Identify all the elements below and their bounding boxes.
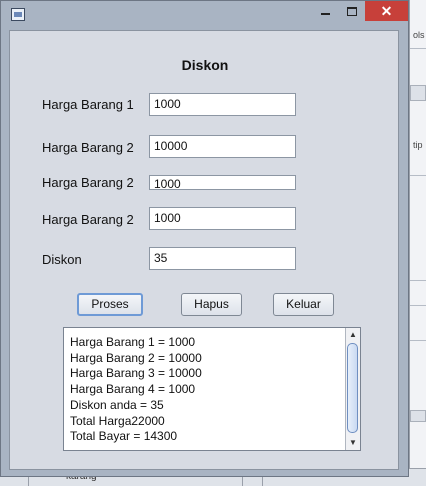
harga-barang-4-input[interactable]: 1000 (149, 207, 296, 230)
minimize-button[interactable] (313, 1, 339, 21)
background-widget (410, 410, 426, 422)
output-line: Harga Barang 3 = 10000 (70, 366, 202, 381)
label-harga-barang-4: Harga Barang 2 (42, 212, 134, 227)
divider (410, 340, 426, 341)
scroll-up-arrow-icon[interactable]: ▲ (346, 328, 360, 342)
label-harga-barang-3: Harga Barang 2 (42, 175, 134, 190)
proses-button[interactable]: Proses (77, 293, 143, 316)
output-text: Harga Barang 1 = 1000 Harga Barang 2 = 1… (70, 335, 342, 445)
diskon-window: ✕ Diskon Harga Barang 1 1000 Harga Baran… (0, 0, 409, 477)
label-diskon: Diskon (42, 252, 82, 267)
scrollbar-thumb[interactable] (347, 343, 358, 433)
close-button[interactable]: ✕ (365, 1, 408, 21)
output-line: Harga Barang 1 = 1000 (70, 335, 196, 349)
harga-barang-2-input[interactable]: 10000 (149, 135, 296, 158)
title-bar[interactable]: ✕ (1, 1, 408, 29)
divider (410, 305, 426, 306)
output-line: Harga Barang 2 = 10000 (70, 350, 202, 365)
diskon-input[interactable]: 35 (149, 247, 296, 270)
page-title: Diskon (181, 57, 229, 73)
harga-barang-1-input[interactable]: 1000 (149, 93, 296, 116)
output-line: Diskon anda = 35 (70, 397, 164, 412)
label-harga-barang-1: Harga Barang 1 (42, 97, 134, 112)
vertical-scrollbar[interactable]: ▲ ▼ (345, 328, 360, 450)
divider (410, 175, 426, 176)
maximize-button[interactable] (339, 1, 365, 21)
scroll-down-arrow-icon[interactable]: ▼ (346, 436, 360, 450)
form-panel: Diskon Harga Barang 1 1000 Harga Barang … (9, 30, 399, 470)
output-line: Total Harga22000 (70, 413, 165, 428)
label-harga-barang-2: Harga Barang 2 (42, 140, 134, 155)
output-textarea[interactable]: Harga Barang 1 = 1000 Harga Barang 2 = 1… (63, 327, 361, 451)
output-line: Harga Barang 4 = 1000 (70, 382, 196, 397)
divider (410, 48, 426, 49)
background-text-fragment: ols (413, 30, 425, 40)
harga-barang-3-input[interactable]: 1000 (149, 175, 296, 190)
divider (410, 280, 426, 281)
keluar-button[interactable]: Keluar (273, 293, 334, 316)
background-text-fragment: tip (413, 140, 423, 150)
background-app-panel: ols tip (409, 0, 426, 485)
java-app-icon[interactable] (11, 8, 25, 21)
hapus-button[interactable]: Hapus (181, 293, 242, 316)
output-line: Total Bayar = 14300 (70, 429, 178, 444)
background-widget (410, 85, 426, 101)
